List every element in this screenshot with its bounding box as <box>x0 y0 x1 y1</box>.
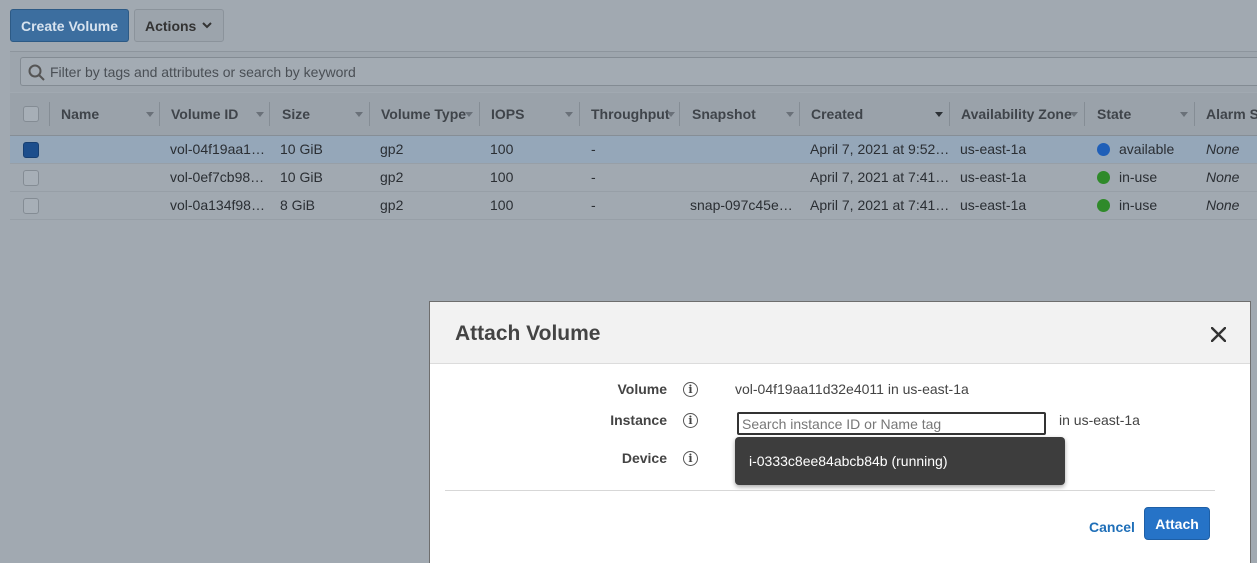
info-icon[interactable]: i <box>683 382 698 397</box>
cell-iops: 100 <box>490 197 514 213</box>
table-row[interactable]: vol-04f19aa1… 10 GiB gp2 100 - April 7, … <box>10 136 1257 164</box>
sort-caret-icon <box>565 112 573 117</box>
table-header: Name Volume ID Size Volume Type IOPS Thr… <box>10 93 1257 136</box>
dialog-header: Attach Volume <box>430 302 1250 364</box>
cell-volume-type: gp2 <box>380 197 404 213</box>
sort-caret-icon <box>465 112 473 117</box>
sort-caret-icon <box>667 112 675 117</box>
cell-state: in-use <box>1119 197 1158 213</box>
cell-created: April 7, 2021 at 7:41… <box>810 169 950 185</box>
sort-caret-icon <box>935 112 943 117</box>
column-header-size[interactable]: Size <box>282 93 310 135</box>
attach-button[interactable]: Attach <box>1144 507 1210 540</box>
dialog-title: Attach Volume <box>455 322 601 345</box>
cell-state: in-use <box>1119 169 1158 185</box>
actions-button[interactable]: Actions <box>134 9 224 42</box>
state-dot-icon <box>1097 199 1110 212</box>
volume-value: vol-04f19aa11d32e4011 in us-east-1a <box>735 381 969 397</box>
create-volume-button[interactable]: Create Volume <box>10 9 129 42</box>
row-checkbox[interactable] <box>23 170 39 186</box>
device-label: Device <box>621 450 667 466</box>
column-header-throughput[interactable]: Throughput <box>591 93 670 135</box>
search-placeholder: Filter by tags and attributes or search … <box>50 64 356 80</box>
instance-label: Instance <box>610 412 667 428</box>
instance-suggestion-option[interactable]: i-0333c8ee84abcb84b (running) <box>749 453 947 469</box>
state-dot-icon <box>1097 143 1110 156</box>
select-all-checkbox[interactable] <box>23 106 39 122</box>
cell-alarm-status: None <box>1206 197 1240 213</box>
cell-created: April 7, 2021 at 9:52… <box>810 141 950 157</box>
cell-volume-id: vol-04f19aa1… <box>170 141 265 157</box>
column-header-alarm-status[interactable]: Alarm St <box>1206 93 1257 135</box>
sort-caret-icon <box>1180 112 1188 117</box>
cell-alarm-status: None <box>1206 141 1240 157</box>
cell-volume-type: gp2 <box>380 141 404 157</box>
cell-volume-type: gp2 <box>380 169 404 185</box>
cancel-button[interactable]: Cancel <box>1089 519 1135 535</box>
column-header-snapshot[interactable]: Snapshot <box>692 93 756 135</box>
sort-caret-icon <box>355 112 363 117</box>
cell-volume-id: vol-0ef7cb98… <box>170 169 265 185</box>
table-row[interactable]: vol-0a134f98… 8 GiB gp2 100 - snap-097c4… <box>10 192 1257 220</box>
cell-availability-zone: us-east-1a <box>960 169 1027 185</box>
cell-throughput: - <box>591 197 596 213</box>
cell-throughput: - <box>591 169 596 185</box>
sort-caret-icon <box>146 112 154 117</box>
row-checkbox[interactable] <box>23 142 39 158</box>
column-header-volume-id[interactable]: Volume ID <box>171 93 238 135</box>
instance-region-suffix: in us-east-1a <box>1059 412 1140 428</box>
cell-size: 10 GiB <box>280 141 323 157</box>
table-row[interactable]: vol-0ef7cb98… 10 GiB gp2 100 - April 7, … <box>10 164 1257 192</box>
chevron-down-icon <box>202 22 213 29</box>
cell-availability-zone: us-east-1a <box>960 141 1027 157</box>
cell-size: 10 GiB <box>280 169 323 185</box>
search-icon <box>28 64 45 81</box>
sort-caret-icon <box>1070 112 1078 117</box>
column-header-name[interactable]: Name <box>61 93 99 135</box>
close-icon[interactable] <box>1211 327 1226 342</box>
column-header-state[interactable]: State <box>1097 93 1131 135</box>
cell-volume-id: vol-0a134f98… <box>170 197 265 213</box>
column-header-created[interactable]: Created <box>811 93 863 135</box>
actions-label: Actions <box>145 17 197 34</box>
sort-caret-icon <box>256 112 264 117</box>
column-header-iops[interactable]: IOPS <box>491 93 524 135</box>
column-header-availability-zone[interactable]: Availability Zone <box>961 93 1072 135</box>
volume-label: Volume <box>617 381 667 397</box>
state-dot-icon <box>1097 171 1110 184</box>
attach-volume-dialog: Attach Volume Volume i vol-04f19aa11d32e… <box>429 301 1251 563</box>
instance-suggestion-dropdown[interactable]: i-0333c8ee84abcb84b (running) <box>735 437 1065 485</box>
cell-snapshot: snap-097c45e… <box>690 197 793 213</box>
row-checkbox[interactable] <box>23 198 39 214</box>
cell-state: available <box>1119 141 1175 157</box>
sort-caret-icon <box>786 112 794 117</box>
cell-availability-zone: us-east-1a <box>960 197 1027 213</box>
cell-created: April 7, 2021 at 7:41… <box>810 197 950 213</box>
info-icon[interactable]: i <box>683 413 698 428</box>
cell-size: 8 GiB <box>280 197 316 213</box>
search-input[interactable]: Filter by tags and attributes or search … <box>20 57 1257 86</box>
cell-iops: 100 <box>490 141 514 157</box>
column-header-volume-type[interactable]: Volume Type <box>381 93 466 135</box>
dialog-divider <box>445 490 1215 491</box>
info-icon[interactable]: i <box>683 451 698 466</box>
cell-alarm-status: None <box>1206 169 1240 185</box>
cell-iops: 100 <box>490 169 514 185</box>
instance-search-input[interactable] <box>737 412 1046 435</box>
cell-throughput: - <box>591 141 596 157</box>
